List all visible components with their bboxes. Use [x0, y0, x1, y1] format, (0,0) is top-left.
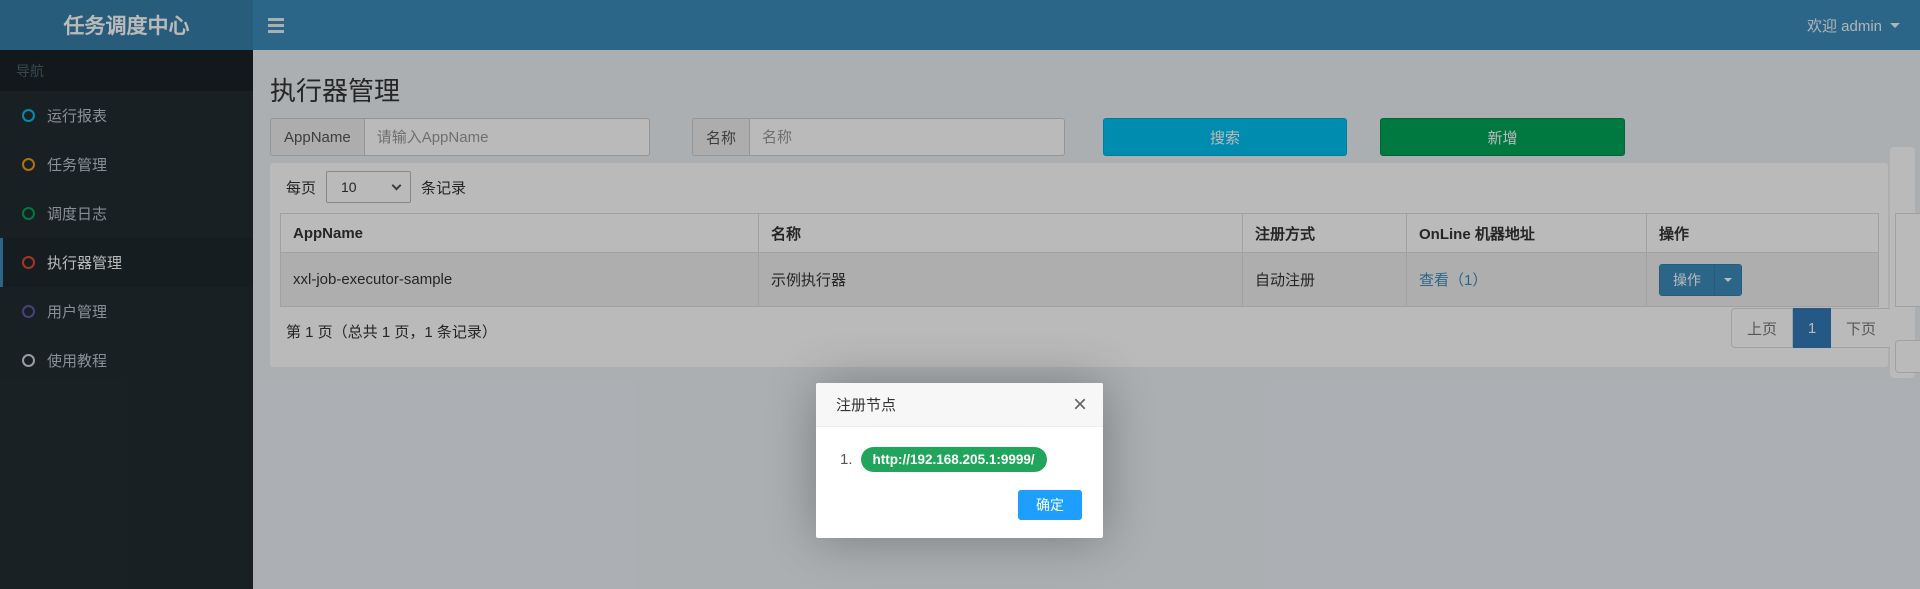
registry-node-modal: 注册节点 × 1. http://192.168.205.1:9999/ 确定: [816, 383, 1103, 538]
modal-footer: 确定: [816, 478, 1103, 538]
modal-body: 1. http://192.168.205.1:9999/: [816, 427, 1103, 478]
confirm-button[interactable]: 确定: [1018, 490, 1082, 520]
node-index-label: 1.: [840, 451, 853, 468]
modal-header: 注册节点 ×: [816, 383, 1103, 427]
node-address-badge: http://192.168.205.1:9999/: [861, 447, 1047, 472]
registry-node-item: 1. http://192.168.205.1:9999/: [840, 447, 1083, 472]
app-window: 任务调度中心 欢迎 admin 导航 运行报表 任务管理 调度日志 执行器管理 …: [0, 0, 1920, 589]
close-icon[interactable]: ×: [1073, 393, 1087, 417]
modal-title: 注册节点: [836, 394, 896, 415]
